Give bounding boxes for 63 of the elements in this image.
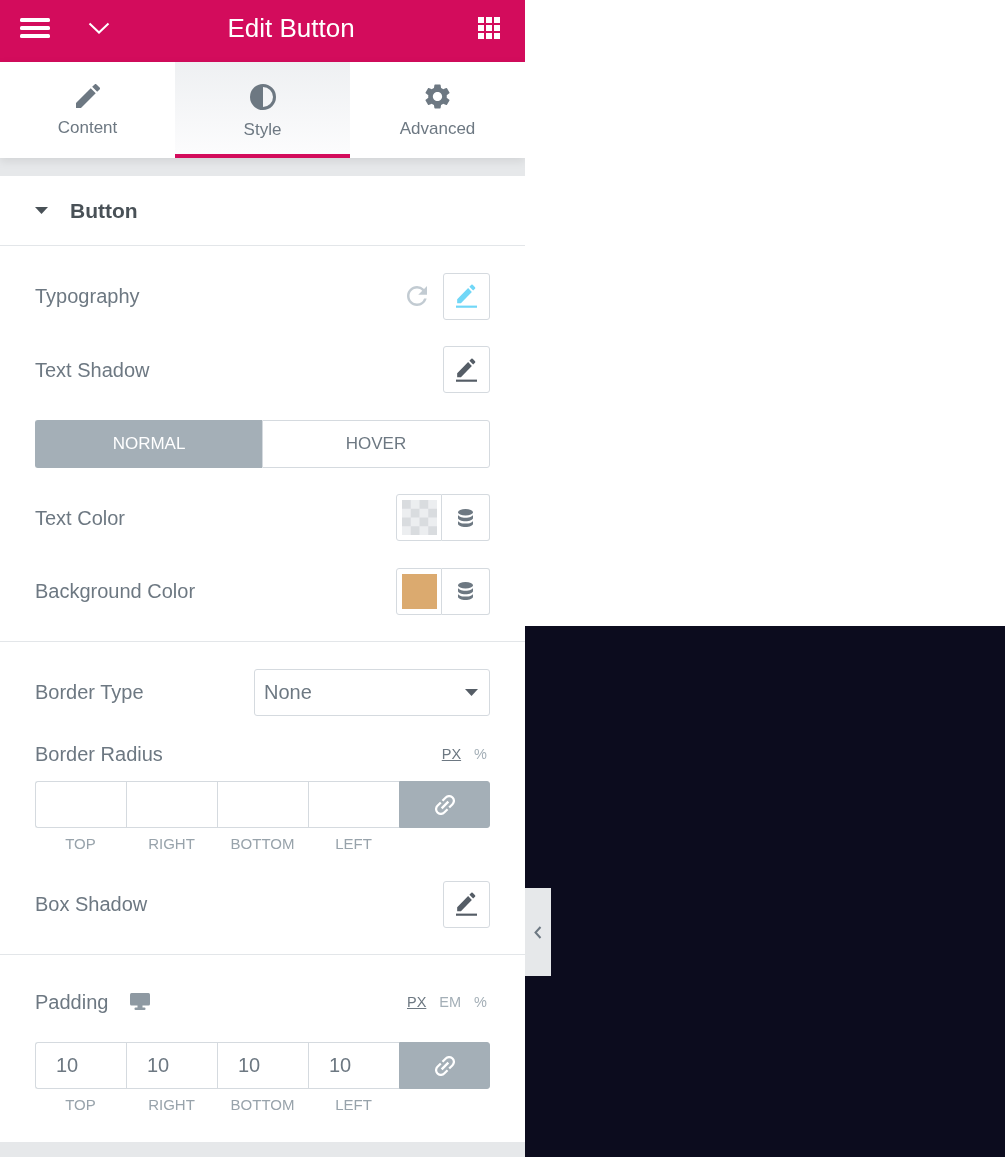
control-label: Background Color: [35, 579, 196, 603]
dimension-label: LEFT: [335, 834, 372, 854]
section-header[interactable]: Button: [0, 176, 525, 245]
dimension-input[interactable]: 10: [126, 1042, 217, 1089]
control-label: Text Color: [35, 505, 126, 530]
control-label: Text Shadow: [35, 357, 150, 382]
unit-option[interactable]: %: [474, 745, 487, 763]
dimension-input[interactable]: 10: [35, 1042, 126, 1089]
dimension-input[interactable]: [35, 781, 126, 828]
database-icon: [458, 582, 473, 600]
dimension-input[interactable]: 10: [308, 1042, 399, 1089]
gear-icon: [425, 84, 450, 109]
link-icon: [434, 1055, 455, 1076]
color-picker-button[interactable]: [396, 494, 442, 541]
panel-toggle-button[interactable]: [525, 888, 551, 976]
unit-option[interactable]: PX: [441, 745, 462, 763]
pencil-icon: [456, 892, 477, 916]
panel-tab[interactable]: Content: [0, 62, 175, 158]
dimension-input[interactable]: 10: [217, 1042, 308, 1089]
half-circle-icon: [249, 84, 276, 110]
control-label: Border Radius: [35, 742, 163, 766]
control-label: Padding: [35, 989, 109, 1014]
reset-icon[interactable]: [407, 286, 427, 306]
dimension-label: BOTTOM: [230, 834, 295, 854]
edit-button[interactable]: [443, 346, 490, 393]
database-icon: [458, 508, 473, 527]
globals-button[interactable]: [442, 494, 490, 541]
control-label: Box Shadow: [35, 892, 148, 916]
monitor-icon[interactable]: [130, 993, 151, 1010]
panel-tab[interactable]: Style: [175, 62, 350, 158]
dimension-label: LEFT: [335, 1095, 372, 1115]
chevron-down-icon[interactable]: [88, 21, 110, 34]
link-icon: [434, 794, 455, 815]
grid-icon[interactable]: [478, 16, 500, 39]
control-label: Typography: [35, 284, 140, 308]
edit-button[interactable]: [443, 880, 490, 928]
dimension-label: RIGHT: [148, 834, 195, 854]
pencil-icon: [75, 84, 100, 108]
unit-option[interactable]: %: [474, 992, 487, 1011]
dimension-label: BOTTOM: [230, 1095, 295, 1115]
checkerboard-swatch-icon: [401, 500, 437, 535]
panel-tab[interactable]: Advanced: [350, 62, 525, 158]
unit-option[interactable]: PX: [407, 992, 427, 1011]
dimension-label: TOP: [65, 1095, 96, 1115]
globals-button[interactable]: [442, 567, 490, 615]
dimension-input[interactable]: [126, 781, 217, 828]
dimension-label: TOP: [65, 834, 96, 854]
link-button[interactable]: [399, 1042, 490, 1089]
menu-icon[interactable]: [20, 17, 50, 38]
pencil-icon: [456, 284, 477, 308]
color-picker-button[interactable]: [396, 567, 442, 615]
panel-title: Edit Button: [227, 12, 355, 43]
dimension-label: RIGHT: [148, 1095, 195, 1115]
caret-down-icon: [35, 207, 48, 214]
dimension-input[interactable]: [217, 781, 308, 828]
state-tab[interactable]: HOVER: [262, 419, 490, 468]
dimension-input[interactable]: [308, 781, 399, 828]
chevron-left-icon: [534, 925, 542, 939]
caret-down-icon: [465, 688, 478, 696]
pencil-icon: [456, 357, 477, 382]
link-button[interactable]: [399, 781, 490, 828]
control-label: Border Type: [35, 680, 144, 704]
select-field[interactable]: None: [254, 668, 490, 716]
